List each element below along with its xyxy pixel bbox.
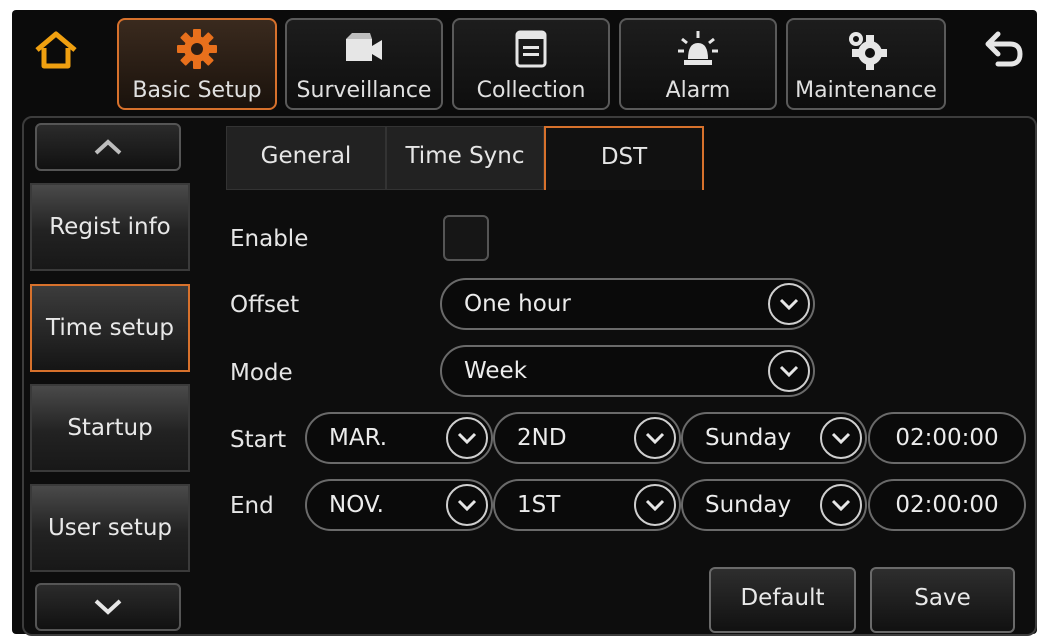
tab-basic-setup[interactable]: Basic Setup (117, 18, 277, 110)
sidebar-item-label: User setup (47, 515, 173, 541)
sidebar-item-label: Time setup (46, 315, 174, 341)
camera-icon (346, 33, 382, 61)
subtab-label: Time Sync (405, 143, 525, 169)
chevron-up-icon (94, 139, 122, 155)
start-month-value: MAR. (329, 425, 388, 451)
start-label: Start (230, 427, 287, 453)
offset-select[interactable]: One hour (440, 278, 815, 330)
save-button-label: Save (914, 585, 971, 611)
tab-label: Surveillance (296, 78, 432, 103)
offset-value: One hour (464, 291, 571, 317)
end-month-value: NOV. (329, 492, 384, 518)
save-button[interactable]: Save (870, 567, 1015, 633)
enable-checkbox[interactable] (443, 215, 489, 261)
tab-label: Collection (476, 78, 586, 103)
tab-surveillance[interactable]: Surveillance (285, 18, 443, 110)
tab-time-sync[interactable]: Time Sync (386, 126, 544, 190)
default-button-label: Default (740, 585, 825, 611)
end-time-value: 02:00:00 (895, 492, 999, 518)
back-arrow-icon (985, 31, 1023, 67)
home-icon (35, 31, 77, 69)
end-month-select[interactable]: NOV. (305, 479, 493, 531)
document-icon (515, 30, 547, 68)
tab-maintenance[interactable]: Maintenance (786, 18, 946, 110)
start-month-select[interactable]: MAR. (305, 412, 493, 464)
tab-dst[interactable]: DST (544, 126, 704, 190)
start-day-value: Sunday (705, 425, 792, 451)
sidebar-item-time-setup[interactable]: Time setup (30, 284, 190, 372)
gears-icon (849, 32, 887, 70)
end-week-value: 1ST (517, 492, 561, 518)
gear-icon (177, 29, 217, 69)
tab-general[interactable]: General (226, 126, 386, 190)
default-button[interactable]: Default (709, 567, 856, 633)
sidebar-scroll-up-button[interactable] (35, 123, 181, 171)
chevron-down-icon (94, 599, 122, 615)
home-button[interactable] (33, 28, 79, 74)
chevron-down-icon (768, 283, 810, 325)
chevron-down-icon (820, 417, 862, 459)
sidebar-item-regist-info[interactable]: Regist info (30, 183, 190, 271)
tab-label: Basic Setup (132, 78, 262, 103)
start-time-value: 02:00:00 (895, 425, 999, 451)
end-day-select[interactable]: Sunday (681, 479, 867, 531)
tab-label: Alarm (665, 78, 731, 103)
start-week-value: 2ND (517, 425, 567, 451)
sidebar-item-user-setup[interactable]: User setup (30, 484, 190, 572)
start-day-select[interactable]: Sunday (681, 412, 867, 464)
start-time-input[interactable]: 02:00:00 (868, 412, 1026, 464)
sidebar-scroll-down-button[interactable] (35, 583, 181, 631)
chevron-down-icon (768, 350, 810, 392)
subtab-label: General (260, 143, 352, 169)
alarm-light-icon (678, 31, 718, 65)
end-time-input[interactable]: 02:00:00 (868, 479, 1026, 531)
end-label: End (230, 493, 274, 519)
tab-collection[interactable]: Collection (452, 18, 610, 110)
enable-label: Enable (230, 226, 309, 252)
chevron-down-icon (820, 484, 862, 526)
mode-label: Mode (230, 360, 293, 386)
sidebar-item-label: Startup (67, 415, 153, 441)
sidebar-item-startup[interactable]: Startup (30, 384, 190, 472)
back-button[interactable] (980, 28, 1026, 74)
offset-label: Offset (230, 292, 300, 318)
chevron-down-icon (634, 417, 676, 459)
mode-select[interactable]: Week (440, 345, 815, 397)
tab-alarm[interactable]: Alarm (619, 18, 777, 110)
mode-value: Week (464, 358, 528, 384)
subtab-label: DST (600, 144, 648, 170)
end-week-select[interactable]: 1ST (493, 479, 681, 531)
chevron-down-icon (446, 484, 488, 526)
chevron-down-icon (634, 484, 676, 526)
chevron-down-icon (446, 417, 488, 459)
start-week-select[interactable]: 2ND (493, 412, 681, 464)
sidebar-item-label: Regist info (49, 214, 171, 240)
tab-label: Maintenance (795, 78, 937, 103)
end-day-value: Sunday (705, 492, 792, 518)
